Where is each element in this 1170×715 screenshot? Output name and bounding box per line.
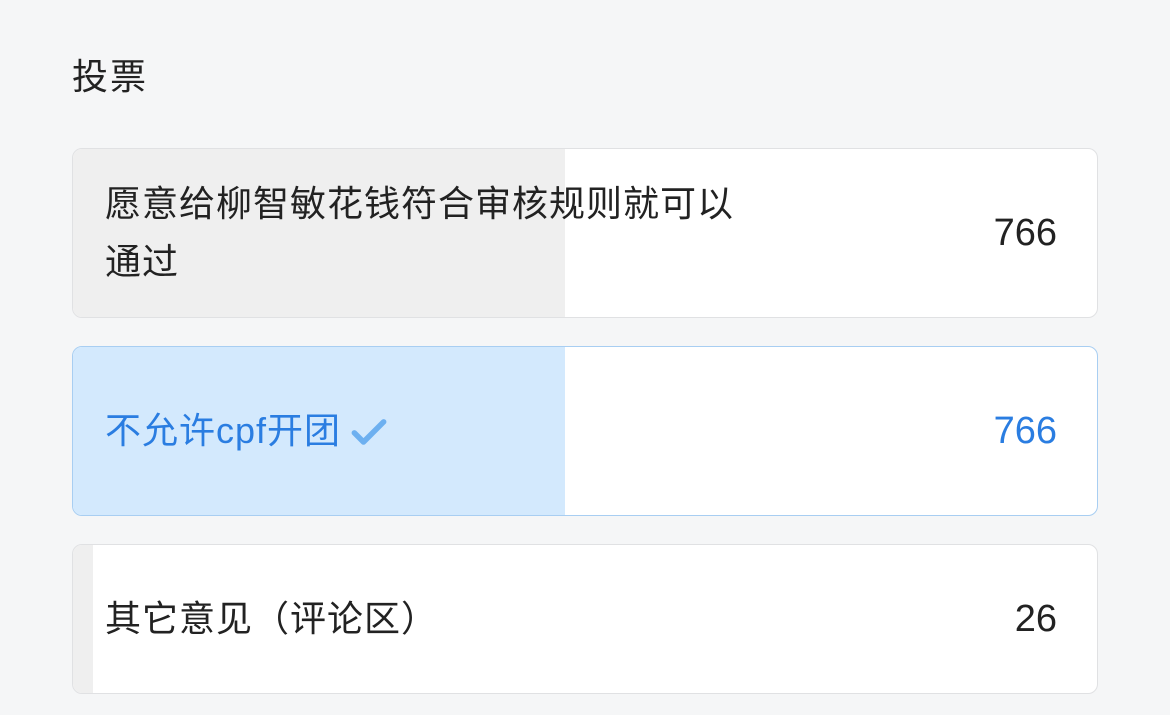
option-content: 不允许cpf开团 766 [73, 402, 1097, 460]
poll-option[interactable]: 不允许cpf开团 766 [72, 346, 1098, 516]
option-content: 愿意给柳智敏花钱符合审核规则就可以通过 766 [73, 175, 1097, 290]
option-count: 766 [994, 212, 1057, 255]
option-count: 26 [1015, 598, 1057, 641]
option-label: 其它意见（评论区） [105, 590, 438, 648]
poll-container: 投票 愿意给柳智敏花钱符合审核规则就可以通过 766 不允许cpf开团 [0, 0, 1170, 694]
option-count: 766 [994, 410, 1057, 453]
option-content: 其它意见（评论区） 26 [73, 590, 1097, 648]
poll-options-list: 愿意给柳智敏花钱符合审核规则就可以通过 766 不允许cpf开团 766 [72, 148, 1098, 694]
poll-option[interactable]: 愿意给柳智敏花钱符合审核规则就可以通过 766 [72, 148, 1098, 318]
option-label-text: 不允许cpf开团 [105, 402, 341, 460]
option-label: 不允许cpf开团 [105, 402, 391, 460]
option-label: 愿意给柳智敏花钱符合审核规则就可以通过 [105, 175, 765, 290]
poll-title: 投票 [72, 48, 1098, 100]
check-icon [347, 409, 391, 453]
poll-option[interactable]: 其它意见（评论区） 26 [72, 544, 1098, 694]
